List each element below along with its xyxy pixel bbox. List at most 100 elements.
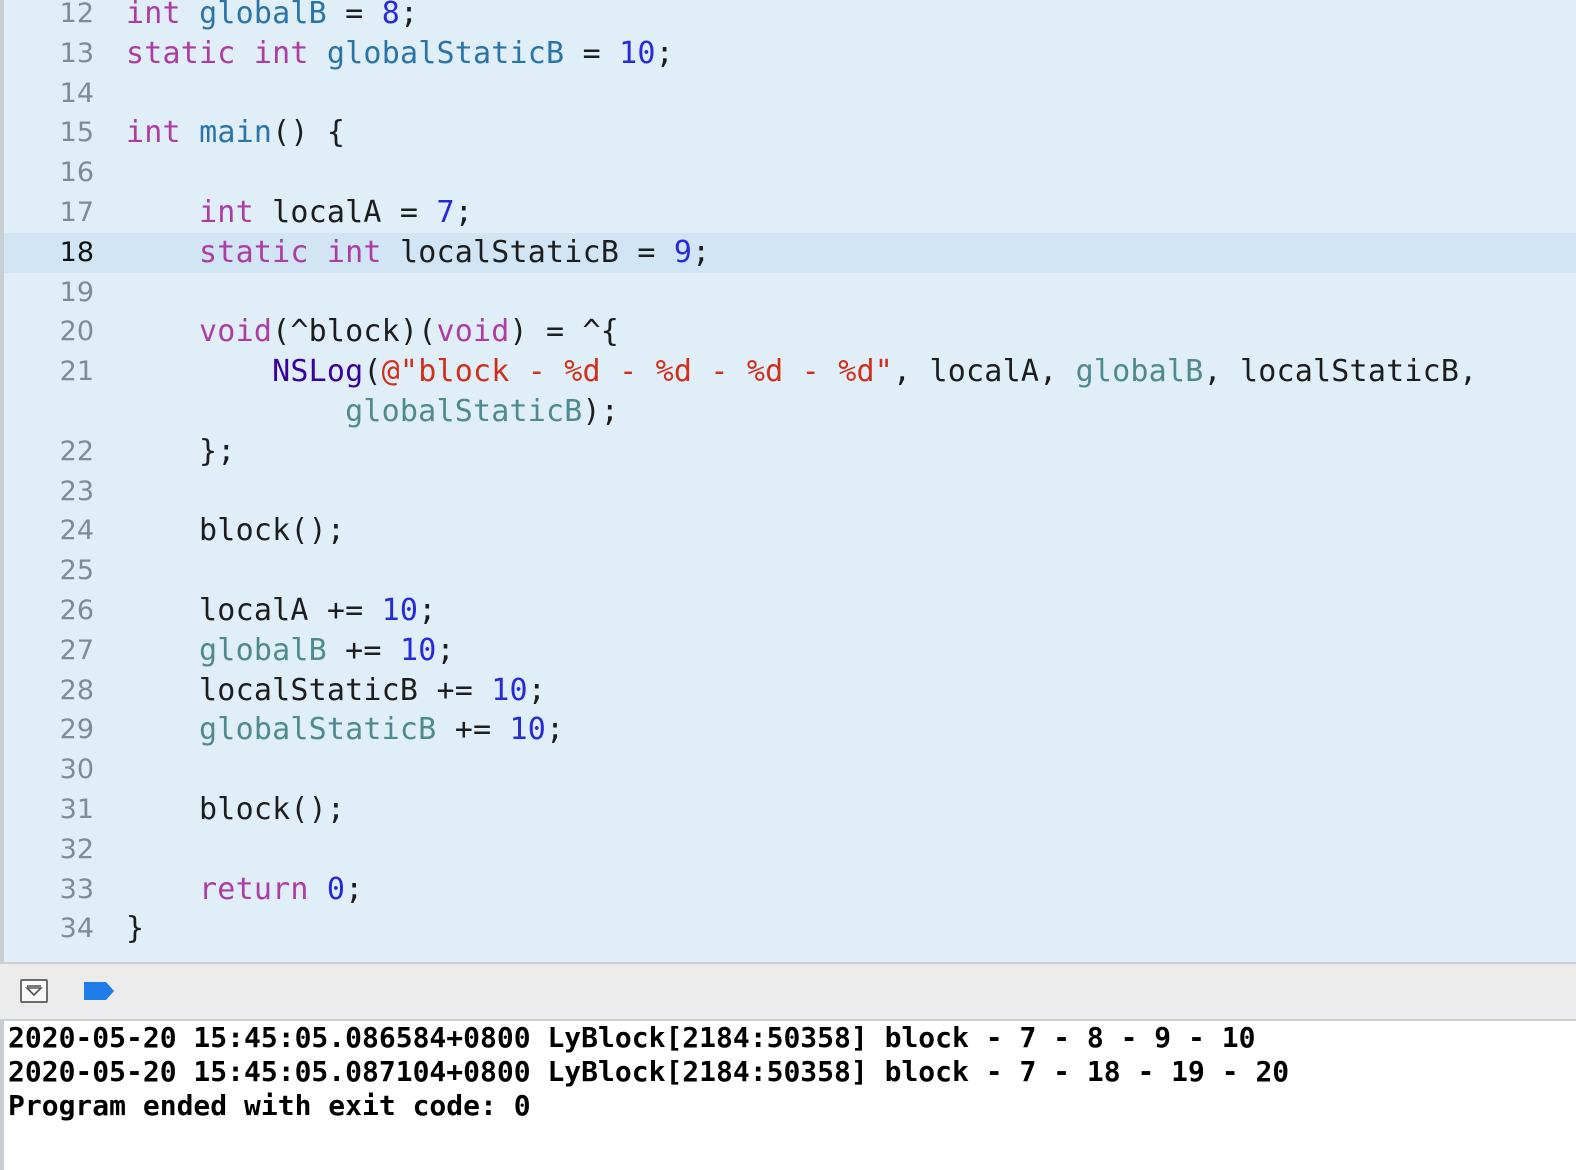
code-line[interactable]: 16	[4, 153, 1576, 193]
code-text[interactable]: int main() {	[126, 113, 345, 153]
code-line[interactable]: 27 globalB += 10;	[4, 631, 1576, 671]
line-number[interactable]: 26	[4, 591, 94, 631]
code-line[interactable]: 21 NSLog(@"block - %d - %d - %d - %d", l…	[4, 352, 1576, 392]
code-line[interactable]: 14	[4, 74, 1576, 114]
breakpoint-icon[interactable]	[82, 980, 116, 1002]
code-text[interactable]: globalB += 10;	[126, 631, 455, 671]
code-text[interactable]: int globalB = 8;	[126, 0, 418, 34]
code-token-number: 10	[399, 632, 437, 668]
code-token-keyword: return	[199, 871, 309, 907]
code-line[interactable]: 30	[4, 750, 1576, 790]
code-token-plain: (	[363, 354, 382, 390]
code-text[interactable]: block();	[126, 790, 345, 830]
line-number[interactable]: 18	[4, 233, 94, 273]
code-line[interactable]: 23	[4, 472, 1576, 512]
code-token-number: 10	[491, 672, 528, 708]
line-number[interactable]: 13	[4, 34, 94, 74]
line-number[interactable]: 22	[4, 432, 94, 472]
code-text[interactable]: return 0;	[126, 870, 363, 910]
code-line[interactable]: 26 localA += 10;	[4, 591, 1576, 631]
code-token-string: @"block - %d - %d - %d - %d"	[381, 354, 893, 390]
code-text[interactable]: void(^block)(void) = ^{	[126, 312, 619, 352]
console-output-line: 2020-05-20 15:45:05.086584+0800 LyBlock[…	[8, 1021, 1256, 1054]
source-editor[interactable]: 12 int globalB = 8; 13 static int globalSta…	[0, 0, 1576, 962]
line-number[interactable]: 14	[4, 74, 94, 114]
code-token-plain: ;	[655, 35, 674, 71]
code-line[interactable]: 28 localStaticB += 10;	[4, 671, 1576, 711]
line-number[interactable]: 34	[4, 909, 94, 949]
code-line[interactable]: 29 globalStaticB += 10;	[4, 710, 1576, 750]
code-text[interactable]: static int localStaticB = 9;	[126, 233, 710, 273]
code-token-plain: );	[582, 394, 620, 429]
code-text[interactable]: globalStaticB);	[126, 392, 619, 432]
code-token-number: 7	[436, 195, 455, 230]
code-token-plain: ;	[436, 632, 455, 668]
code-token-plain: ;	[692, 234, 711, 270]
line-number[interactable]: 23	[4, 472, 94, 512]
code-line[interactable]: 20 void(^block)(void) = ^{	[4, 312, 1576, 352]
code-token-plain: (^block)(	[272, 314, 437, 350]
code-line[interactable]: 12 int globalB = 8;	[4, 0, 1576, 34]
line-number[interactable]: 20	[4, 312, 94, 352]
code-line[interactable]: 32	[4, 830, 1576, 870]
code-line[interactable]: 24 block();	[4, 511, 1576, 551]
code-line[interactable]: 15 int main() {	[4, 113, 1576, 153]
code-token-plain: =	[326, 0, 382, 31]
code-token-keyword: int	[326, 234, 382, 270]
debug-console[interactable]: 2020-05-20 15:45:05.086584+0800 LyBlock[…	[0, 1021, 1576, 1170]
code-text[interactable]: globalStaticB += 10;	[126, 710, 564, 750]
code-line[interactable]: globalStaticB);	[4, 392, 1576, 432]
code-token-plain: localA =	[253, 195, 437, 230]
code-line[interactable]: 18 static int localStaticB = 9;	[4, 232, 1576, 273]
code-token-number: 10	[381, 593, 419, 628]
code-line[interactable]: 31 block();	[4, 790, 1576, 830]
line-number[interactable]: 15	[4, 113, 94, 153]
code-token-plain: , localA,	[893, 354, 1076, 390]
code-text[interactable]: NSLog(@"block - %d - %d - %d - %d", loca…	[126, 352, 1477, 392]
line-number[interactable]: 32	[4, 830, 94, 870]
code-line[interactable]: 34}	[4, 909, 1576, 949]
code-text[interactable]: }	[126, 909, 144, 949]
code-token-plain: localStaticB +=	[126, 672, 492, 708]
code-token-plain: ;	[345, 871, 364, 907]
code-line[interactable]: 17 int localA = 7;	[4, 193, 1576, 233]
code-token-decl: globalB	[199, 0, 327, 31]
line-number[interactable]: 28	[4, 671, 94, 711]
line-number[interactable]: 31	[4, 790, 94, 830]
line-number[interactable]: 12	[4, 0, 94, 34]
code-line[interactable]: 22 };	[4, 432, 1576, 472]
console-output-line: Program ended with exit code: 0	[8, 1089, 531, 1122]
code-text[interactable]: static int globalStaticB = 10;	[126, 34, 674, 74]
code-line[interactable]: 25	[4, 551, 1576, 591]
console-output-line: 2020-05-20 15:45:05.087104+0800 LyBlock[…	[8, 1055, 1290, 1088]
code-token-plain: +=	[326, 632, 400, 668]
line-number[interactable]: 30	[4, 750, 94, 790]
code-line[interactable]: 13 static int globalStaticB = 10;	[4, 34, 1576, 74]
code-text[interactable]: localStaticB += 10;	[126, 671, 546, 711]
code-text[interactable]: block();	[126, 511, 345, 551]
code-token-plain: block();	[126, 792, 346, 827]
code-token-plain: }	[126, 911, 145, 947]
code-token-keyword: int	[253, 35, 309, 71]
line-number[interactable]: 24	[4, 511, 94, 551]
line-number[interactable]: 21	[4, 352, 94, 392]
line-number[interactable]: 27	[4, 631, 94, 671]
code-line[interactable]: 33 return 0;	[4, 870, 1576, 910]
line-number[interactable]: 33	[4, 870, 94, 910]
code-text[interactable]: int localA = 7;	[126, 193, 473, 233]
hide-console-button[interactable]	[20, 979, 48, 1003]
line-number[interactable]: 16	[4, 153, 94, 193]
code-line[interactable]: 19	[4, 273, 1576, 313]
line-number[interactable]: 19	[4, 273, 94, 313]
line-number[interactable]: 25	[4, 551, 94, 591]
line-number[interactable]: 29	[4, 710, 94, 750]
line-number[interactable]: 17	[4, 193, 94, 233]
code-text[interactable]: };	[126, 432, 236, 472]
code-text[interactable]: localA += 10;	[126, 591, 436, 631]
